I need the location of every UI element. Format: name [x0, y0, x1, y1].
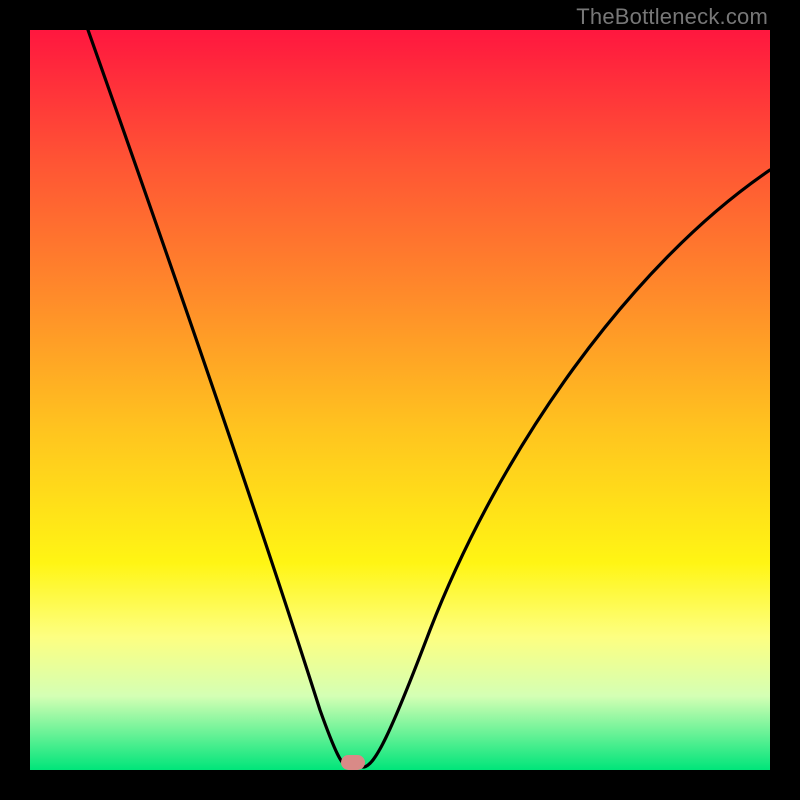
optimal-point-marker — [341, 755, 365, 770]
watermark-text: TheBottleneck.com — [576, 4, 768, 30]
bottleneck-curve-path — [88, 30, 770, 767]
plot-area — [30, 30, 770, 770]
chart-frame: TheBottleneck.com — [0, 0, 800, 800]
curve-svg — [30, 30, 770, 770]
